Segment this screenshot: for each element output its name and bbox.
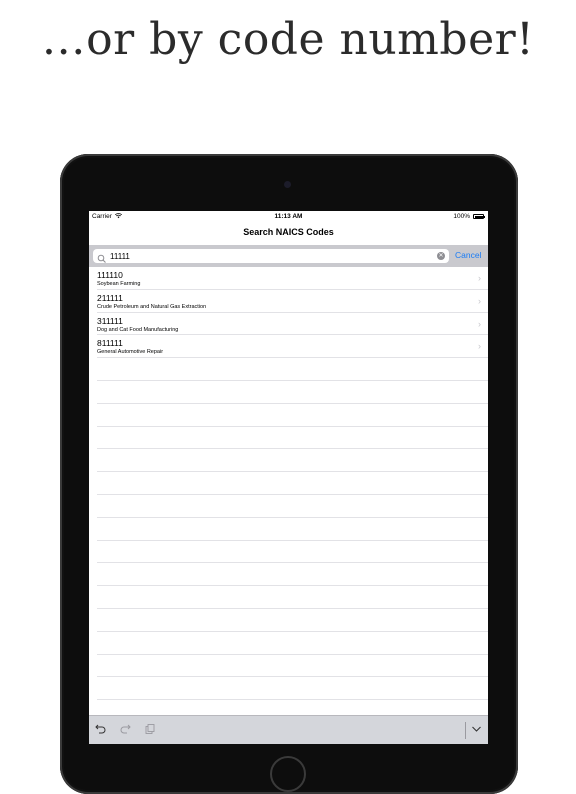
- paste-icon[interactable]: [145, 724, 155, 737]
- undo-icon[interactable]: [95, 724, 106, 737]
- empty-row: [97, 381, 488, 404]
- empty-row: [97, 427, 488, 450]
- battery-icon: [473, 214, 485, 219]
- search-field[interactable]: ✕: [93, 249, 449, 263]
- chevron-right-icon: ›: [478, 273, 481, 283]
- empty-row: [97, 541, 488, 564]
- result-description: General Automotive Repair: [97, 349, 164, 356]
- redo-icon[interactable]: [120, 724, 131, 737]
- list-item[interactable]: 811111 General Automotive Repair ›: [97, 335, 488, 359]
- empty-row: [97, 563, 488, 587]
- result-description: Dog and Cat Food Manufacturing: [97, 326, 179, 333]
- empty-row: [97, 677, 488, 701]
- result-description: Crude Petroleum and Natural Gas Extracti…: [97, 303, 207, 310]
- empty-row: [97, 472, 488, 495]
- chevron-right-icon: ›: [478, 318, 481, 329]
- result-code: 111110: [97, 270, 123, 280]
- search-bar: ✕ Cancel: [89, 245, 488, 267]
- chevron-down-icon[interactable]: [471, 724, 482, 737]
- empty-row: [97, 358, 488, 381]
- empty-row: [97, 495, 488, 518]
- chevron-right-icon: ›: [478, 341, 481, 352]
- results-list: 111110 Soybean Farming › 211111 Crude Pe…: [89, 267, 488, 715]
- search-icon: [97, 251, 107, 263]
- list-item[interactable]: 311111 Dog and Cat Food Manufacturing ›: [97, 313, 488, 336]
- empty-row: [97, 518, 488, 541]
- result-code: 211111: [97, 292, 123, 303]
- status-bar: Carrier 11:13 AM 100%: [89, 211, 488, 223]
- clear-icon[interactable]: ✕: [437, 252, 445, 260]
- result-code: 311111: [97, 315, 123, 326]
- list-item[interactable]: 111110 Soybean Farming ›: [97, 267, 488, 290]
- promo-headline: …or by code number!: [41, 14, 535, 65]
- empty-row: [97, 655, 488, 678]
- battery-percent: 100%: [453, 213, 470, 220]
- home-button[interactable]: [270, 756, 306, 792]
- empty-row: [97, 586, 488, 609]
- app-screen: Carrier 11:13 AM 100% Search NAICS Codes…: [89, 211, 488, 744]
- result-code: 811111: [97, 338, 123, 349]
- list-item[interactable]: 211111 Crude Petroleum and Natural Gas E…: [97, 290, 488, 313]
- status-time: 11:13 AM: [274, 213, 303, 220]
- result-description: Soybean Farming: [97, 281, 141, 287]
- nav-title: Search NAICS Codes: [243, 227, 334, 237]
- toolbar-separator: [465, 722, 466, 739]
- camera-icon: [284, 181, 291, 188]
- cancel-button[interactable]: Cancel: [455, 250, 481, 260]
- chevron-right-icon: ›: [478, 295, 481, 306]
- empty-row: [97, 609, 488, 632]
- empty-row: [97, 632, 488, 655]
- empty-row: [97, 449, 488, 473]
- search-input[interactable]: [110, 249, 430, 263]
- empty-row: [97, 404, 488, 427]
- keyboard-toolbar: [89, 715, 488, 744]
